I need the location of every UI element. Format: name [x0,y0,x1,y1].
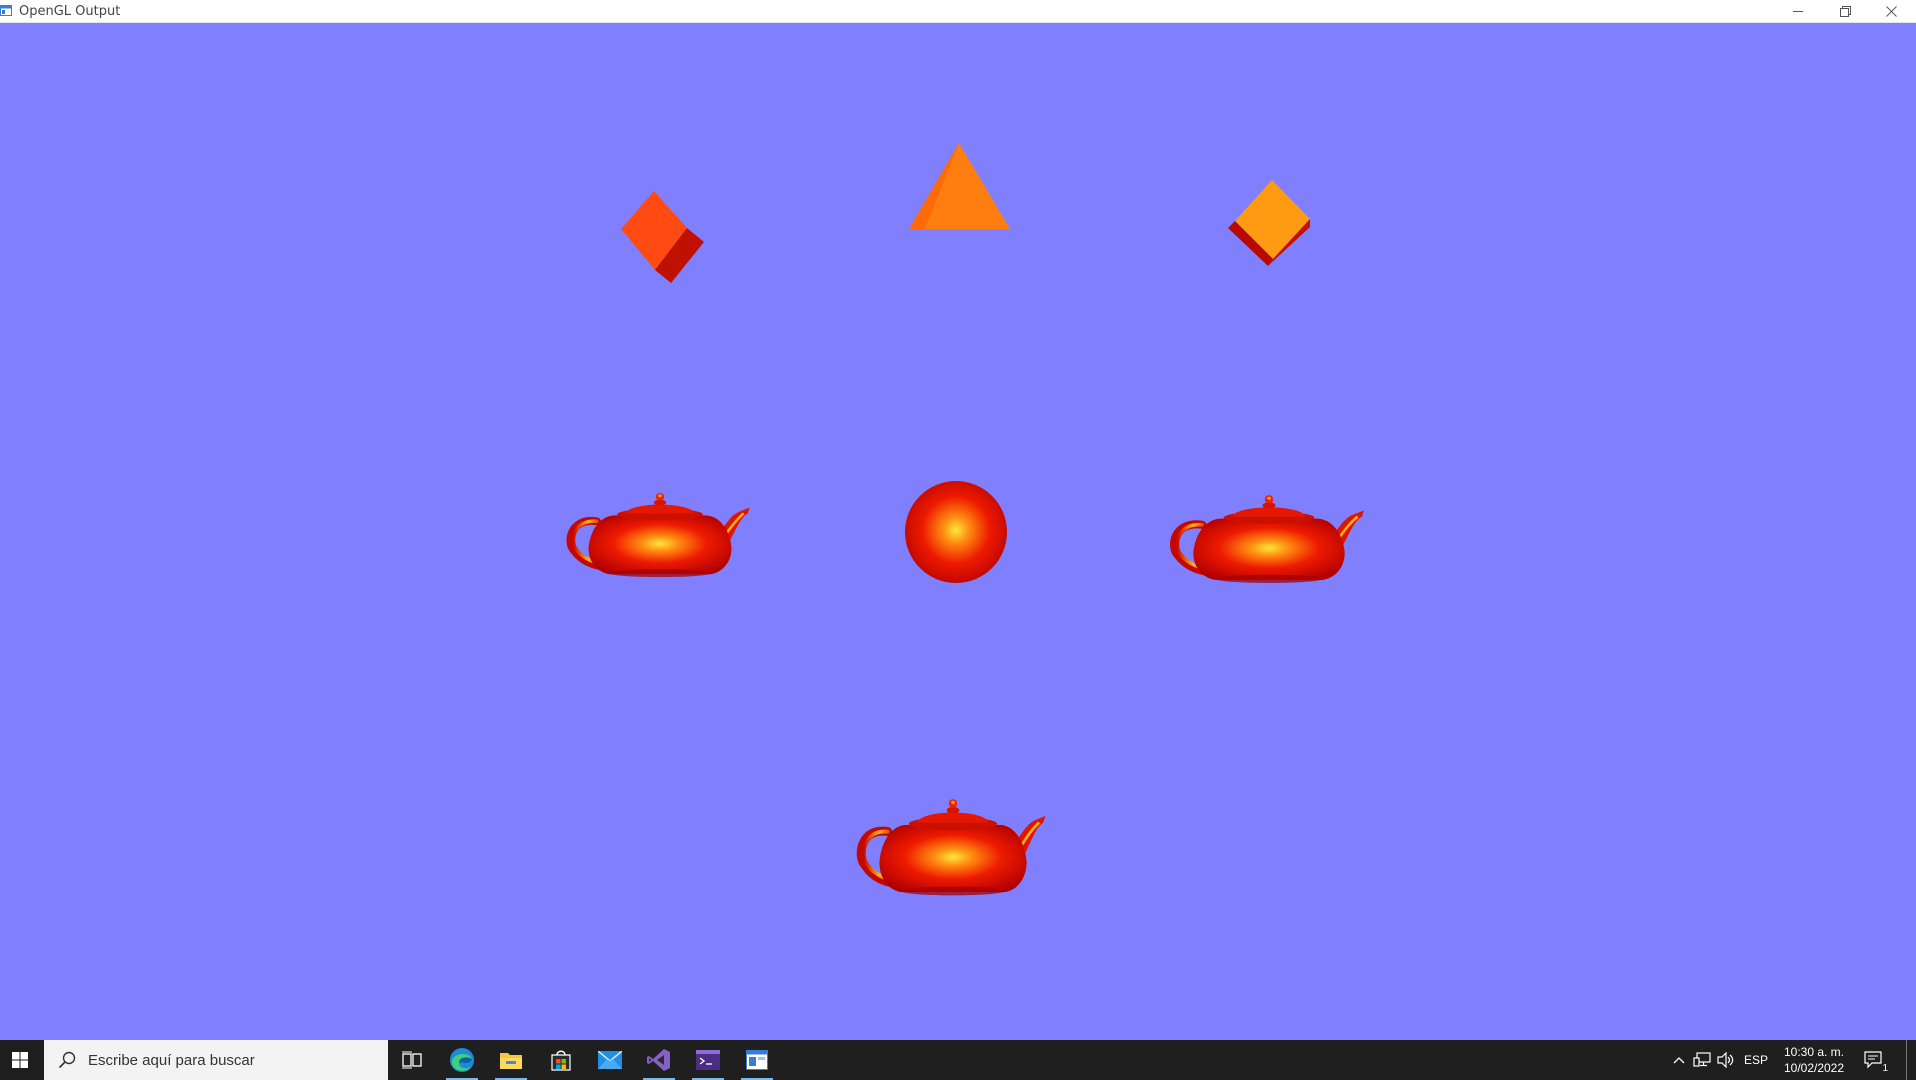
windows-logo-icon [12,1052,28,1068]
task-view-button[interactable] [388,1040,436,1080]
visual-studio-icon [647,1049,670,1071]
clock-time: 10:30 a. m. [1783,1045,1845,1059]
notification-center-button[interactable]: 1 [1854,1040,1894,1080]
amber-cube [1228,180,1310,266]
show-hidden-icons-button[interactable] [1668,1040,1690,1080]
file-explorer-button[interactable] [487,1040,535,1080]
windows-taskbar: ESP 10:30 a. m. 10/02/2022 1 [0,1040,1916,1080]
close-icon [1885,5,1897,17]
notification-icon [1864,1051,1882,1069]
window-title: OpenGL Output [19,4,121,19]
clock-date: 10/02/2022 [1783,1061,1845,1075]
edge-icon [450,1048,474,1072]
teapot-right [1174,495,1364,583]
opengl-window-button[interactable] [733,1040,781,1080]
opengl-window-icon [746,1050,768,1070]
window-title-bar[interactable]: OpenGL Output [0,0,1916,23]
minimize-icon [1792,10,1803,12]
red-cube [621,191,704,283]
file-explorer-icon [500,1053,522,1069]
mail-button[interactable] [586,1040,634,1080]
system-tray: ESP 10:30 a. m. 10/02/2022 1 [1666,1040,1916,1080]
teapot-left [571,493,750,577]
restore-button[interactable] [1822,0,1868,22]
taskbar-search-box[interactable] [44,1040,388,1080]
search-icon [58,1051,76,1069]
close-button[interactable] [1868,0,1914,22]
teapot-bottom [861,799,1045,895]
speaker-icon [1717,1052,1734,1068]
network-icon [1693,1052,1711,1067]
sphere [905,481,1007,583]
notification-count-badge: 1 [1882,1063,1888,1074]
chevron-up-icon [1673,1057,1685,1064]
input-language: ESP [1743,1053,1768,1067]
input-language-button[interactable]: ESP [1740,1040,1772,1080]
restore-icon [1839,5,1851,17]
show-desktop-button[interactable] [1906,1040,1911,1080]
start-button[interactable] [0,1040,40,1080]
opengl-scene [0,143,1916,1040]
opengl-viewport[interactable] [0,23,1916,1040]
search-input[interactable] [84,1040,374,1080]
store-icon [551,1050,571,1071]
console-icon [696,1050,720,1070]
app-window-icon [0,5,12,16]
volume-button[interactable] [1714,1040,1738,1080]
minimize-button[interactable] [1775,0,1821,22]
mail-icon [598,1051,622,1069]
edge-button[interactable] [438,1040,486,1080]
store-button[interactable] [537,1040,585,1080]
task-view-icon [402,1051,422,1069]
visual-studio-button[interactable] [635,1040,683,1080]
orange-pyramid [909,143,1010,229]
network-button[interactable] [1690,1040,1714,1080]
clock-button[interactable]: 10:30 a. m. 10/02/2022 [1776,1044,1852,1076]
console-button[interactable] [684,1040,732,1080]
